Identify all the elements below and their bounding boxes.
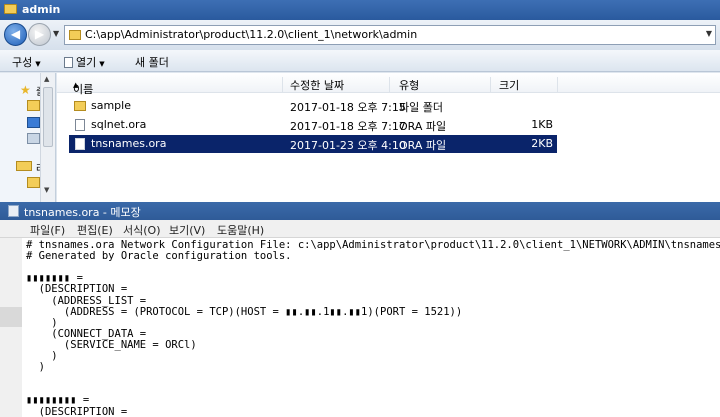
scroll-down-icon[interactable]: ▼ (44, 186, 49, 194)
libraries-icon (16, 161, 32, 171)
downloads-folder-icon[interactable] (27, 100, 40, 111)
star-icon: ★ (20, 83, 31, 97)
folder-icon (4, 4, 17, 14)
editor-line: (DESCRIPTION = (26, 405, 128, 417)
desktop-icon[interactable] (27, 117, 40, 128)
file-type: ORA 파일 (399, 120, 447, 133)
chevron-down-icon: ▼ (35, 60, 41, 68)
menu-view[interactable]: 보기(V) (169, 222, 205, 238)
navigation-pane: ★ 즐 라 ▲ ▼ (0, 73, 56, 202)
notepad-icon (8, 205, 19, 217)
gutter-marker (0, 307, 22, 327)
folder-icon (74, 101, 86, 111)
explorer-title: admin (22, 3, 61, 16)
document-icon (75, 119, 85, 131)
arrow-left-icon: ◀ (10, 27, 21, 41)
address-input[interactable]: C:\app\Administrator\product\11.2.0\clie… (64, 25, 716, 45)
file-size: 1KB (531, 118, 553, 131)
menu-format[interactable]: 서식(O) (123, 222, 160, 238)
address-dropdown-button[interactable]: ▼ (706, 29, 712, 38)
column-divider[interactable] (389, 77, 390, 93)
document-icon (75, 138, 85, 150)
file-modified: 2017-01-18 오후 7:15 (290, 101, 406, 114)
file-modified: 2017-01-23 오후 4:10 (290, 139, 406, 152)
back-button[interactable]: ◀ (4, 23, 27, 46)
editor-line: # Generated by Oracle configuration tool… (26, 250, 292, 263)
file-name: sample (91, 99, 131, 112)
menu-file[interactable]: 파일(F) (30, 222, 65, 238)
file-row-tnsnames[interactable]: tnsnames.ora 2017-01-23 오후 4:10 ORA 파일 2… (69, 135, 557, 153)
column-divider[interactable] (282, 77, 283, 93)
notepad-window: tnsnames.ora - 메모장 파일(F) 편집(E) 서식(O) 보기(… (0, 202, 720, 417)
file-type: ORA 파일 (399, 139, 447, 152)
column-header: 이름 ▲ 수정한 날짜 유형 크기 (57, 73, 720, 96)
column-size[interactable]: 크기 (499, 77, 519, 93)
menu-edit[interactable]: 편집(E) (77, 222, 113, 238)
file-name: tnsnames.ora (91, 137, 167, 150)
document-icon (64, 57, 73, 68)
folder-icon (69, 30, 81, 40)
explorer-window: admin ◀ ▶ ▼ C:\app\Administrator\product… (0, 0, 720, 202)
scrollbar-thumb[interactable] (43, 87, 53, 147)
column-divider[interactable] (557, 77, 558, 93)
editor-line: (ADDRESS_LIST = (26, 294, 147, 307)
file-list: 이름 ▲ 수정한 날짜 유형 크기 sample 2017-01-18 오후 7… (57, 73, 720, 202)
arrow-right-icon: ▶ (34, 27, 45, 41)
address-text[interactable]: C:\app\Administrator\product\11.2.0\clie… (85, 28, 417, 41)
menu-bar: 파일(F) 편집(E) 서식(O) 보기(V) 도움말(H) (0, 220, 720, 238)
organize-button[interactable]: 구성 ▼ (12, 54, 41, 70)
recent-pages-dropdown[interactable]: ▼ (53, 29, 59, 38)
column-name[interactable]: 이름 ▲ (73, 77, 93, 96)
menu-help[interactable]: 도움말(H) (217, 222, 264, 238)
file-row-sqlnet[interactable]: sqlnet.ora 2017-01-18 오후 7:17 ORA 파일 1KB (69, 116, 557, 134)
column-divider[interactable] (490, 77, 491, 93)
file-size: 2KB (531, 137, 553, 150)
text-editor[interactable]: # tnsnames.ora Network Configuration Fil… (22, 238, 720, 417)
forward-button[interactable]: ▶ (28, 23, 51, 46)
editor-line: (DESCRIPTION = (26, 283, 128, 296)
column-type[interactable]: 유형 (399, 77, 419, 93)
notepad-titlebar: tnsnames.ora - 메모장 (0, 202, 720, 220)
file-name: sqlnet.ora (91, 118, 147, 131)
column-modified[interactable]: 수정한 날짜 (290, 77, 344, 93)
address-bar-area: ◀ ▶ ▼ C:\app\Administrator\product\11.2.… (0, 20, 720, 50)
scroll-up-icon[interactable]: ▲ (44, 75, 49, 83)
chevron-down-icon: ▼ (99, 60, 105, 68)
editor-line: (ADDRESS = (PROTOCOL = TCP)(HOST = ▮▮.▮▮… (26, 305, 463, 318)
notepad-title: tnsnames.ora - 메모장 (24, 206, 141, 219)
open-button[interactable]: 열기 ▼ (64, 54, 105, 70)
new-folder-button[interactable]: 새 폴더 (135, 54, 169, 70)
recent-places-icon[interactable] (27, 133, 40, 144)
file-modified: 2017-01-18 오후 7:17 (290, 120, 406, 133)
editor-line: ▮▮▮▮▮▮▮▮ = (26, 394, 90, 407)
editor-line: ) (26, 361, 45, 374)
command-toolbar: 구성 ▼ 열기 ▼ 새 폴더 (0, 50, 720, 72)
explorer-titlebar: admin (0, 0, 720, 20)
file-type: 파일 폴더 (399, 101, 443, 114)
file-row-sample[interactable]: sample 2017-01-18 오후 7:15 파일 폴더 (69, 97, 557, 115)
documents-folder-icon[interactable] (27, 177, 40, 188)
navpane-scrollbar[interactable]: ▲ ▼ (40, 73, 55, 202)
editor-gutter (0, 238, 22, 417)
